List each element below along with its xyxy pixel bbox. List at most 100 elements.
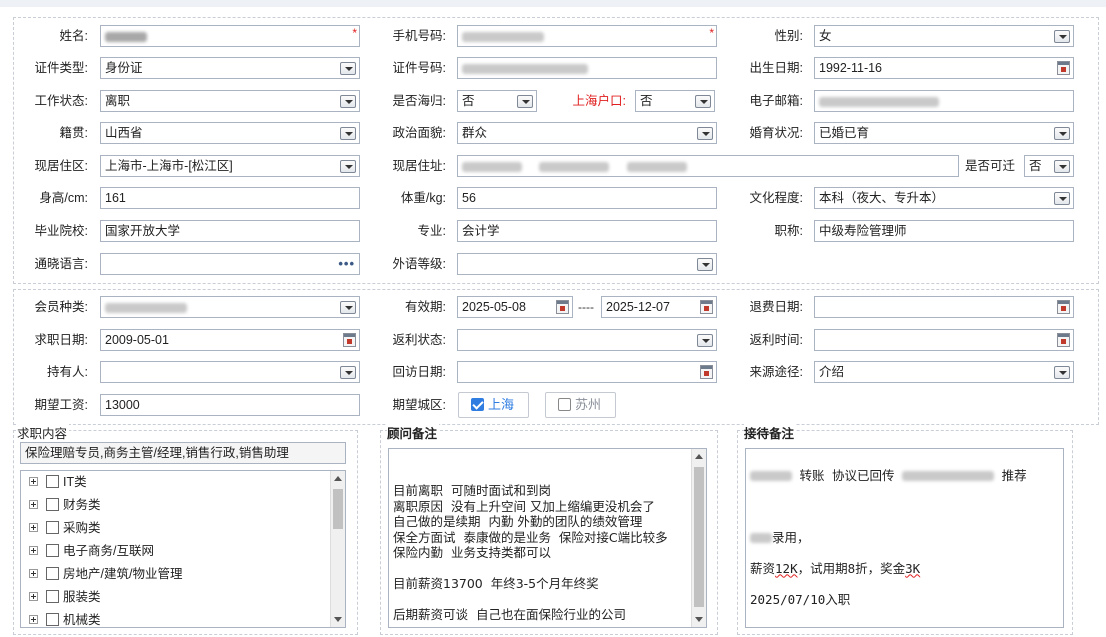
scroll-down-icon[interactable] xyxy=(334,617,342,622)
current-address-input[interactable] xyxy=(457,155,959,177)
foreign-level-select[interactable] xyxy=(457,253,717,275)
chevron-down-icon[interactable] xyxy=(340,127,356,140)
tree-item[interactable]: 电子商务/互联网 xyxy=(29,541,154,561)
mobile-input[interactable]: * xyxy=(457,25,717,47)
revisit-date-input[interactable] xyxy=(457,361,717,383)
checkbox-checked-icon[interactable] xyxy=(471,398,484,411)
tree-item[interactable]: 房地产/建筑/物业管理 xyxy=(29,564,182,584)
id-number-input[interactable] xyxy=(457,57,717,79)
chevron-down-icon[interactable] xyxy=(1054,192,1070,205)
returnee-select[interactable]: 否 xyxy=(457,90,537,112)
major-input[interactable]: 会计学 xyxy=(457,220,717,242)
checkbox-icon[interactable] xyxy=(46,521,59,534)
scroll-up-icon[interactable] xyxy=(695,454,703,459)
current-area-select[interactable]: 上海市-上海市-[松江区] xyxy=(100,155,360,177)
job-date-input[interactable]: 2009-05-01 xyxy=(100,329,360,351)
checkbox-icon[interactable] xyxy=(46,498,59,511)
tree-item[interactable]: 服装类 xyxy=(29,587,101,607)
calendar-icon[interactable] xyxy=(700,365,713,379)
checkbox-icon[interactable] xyxy=(46,567,59,580)
chevron-down-icon[interactable] xyxy=(1054,366,1070,379)
city-option-suzhou[interactable]: 苏州 xyxy=(545,392,616,418)
chevron-down-icon[interactable] xyxy=(340,62,356,75)
expand-icon[interactable] xyxy=(29,615,38,624)
title-input[interactable]: 中级寿险管理师 xyxy=(814,220,1074,242)
chevron-down-icon[interactable] xyxy=(340,301,356,314)
chevron-down-icon[interactable] xyxy=(697,258,713,271)
holder-select[interactable] xyxy=(100,361,360,383)
expand-icon[interactable] xyxy=(29,500,38,509)
expected-salary-input[interactable]: 13000 xyxy=(100,394,360,416)
expand-icon[interactable] xyxy=(29,523,38,532)
calendar-icon[interactable] xyxy=(556,300,569,314)
tree-item[interactable]: 机械类 xyxy=(29,610,101,627)
calendar-icon[interactable] xyxy=(1057,333,1070,347)
scroll-down-icon[interactable] xyxy=(695,617,703,622)
consultant-notes-textarea[interactable]: 目前离职 可随时面试和到岗 离职原因 没有上升空间 又加上缩编更没机会了 自己做的是… xyxy=(388,448,707,628)
email-input[interactable] xyxy=(814,90,1074,112)
gender-select[interactable]: 女 xyxy=(814,25,1074,47)
checkbox-icon[interactable] xyxy=(46,613,59,626)
chevron-down-icon[interactable] xyxy=(340,366,356,379)
chevron-down-icon[interactable] xyxy=(340,160,356,173)
shanghai-hukou-select[interactable]: 否 xyxy=(635,90,715,112)
refund-date-input[interactable] xyxy=(814,296,1074,318)
weight-input[interactable]: 56 xyxy=(457,187,717,209)
scrollbar[interactable] xyxy=(330,471,345,627)
refund-date-label: 退费日期: xyxy=(749,300,803,314)
native-place-select[interactable]: 山西省 xyxy=(100,122,360,144)
political-select[interactable]: 群众 xyxy=(457,122,717,144)
rebate-status-select[interactable] xyxy=(457,329,717,351)
checkbox-icon[interactable] xyxy=(46,475,59,488)
expand-icon[interactable] xyxy=(29,477,38,486)
city-option-shanghai[interactable]: 上海 xyxy=(458,392,529,418)
chevron-down-icon[interactable] xyxy=(340,95,356,108)
education-select[interactable]: 本科（夜大、专升本） xyxy=(814,187,1074,209)
scroll-up-icon[interactable] xyxy=(334,476,342,481)
checkbox-unchecked-icon[interactable] xyxy=(558,398,571,411)
calendar-icon[interactable] xyxy=(1057,300,1070,314)
scroll-thumb[interactable] xyxy=(333,489,343,529)
height-label: 身高/cm: xyxy=(39,191,88,205)
reception-notes-textarea[interactable]: 转账 协议已回传 推荐 录用， 薪资12K，试用期8折，奖金3K 2025/07… xyxy=(745,448,1064,628)
work-status-select[interactable]: 离职 xyxy=(100,90,360,112)
mobile-label: 手机号码: xyxy=(392,29,446,43)
name-input[interactable]: * xyxy=(100,25,360,47)
job-category-tree[interactable]: IT类 财务类 采购类 电子商务/互联网 房地产/建筑/物业管理 服装类 机械类 xyxy=(20,470,346,628)
scroll-thumb[interactable] xyxy=(694,467,704,607)
marital-select[interactable]: 已婚已育 xyxy=(814,122,1074,144)
chevron-down-icon[interactable] xyxy=(695,95,711,108)
chevron-down-icon[interactable] xyxy=(697,334,713,347)
chevron-down-icon[interactable] xyxy=(1054,30,1070,43)
chevron-down-icon[interactable] xyxy=(1054,127,1070,140)
member-type-select[interactable] xyxy=(100,296,360,318)
job-content-selected[interactable]: 保险理赔专员,商务主管/经理,销售行政,销售助理 xyxy=(20,442,346,464)
member-type-label: 会员种类: xyxy=(34,300,88,314)
school-input[interactable]: 国家开放大学 xyxy=(100,220,360,242)
validity-end-input[interactable]: 2025-12-07 xyxy=(601,296,717,318)
expand-icon[interactable] xyxy=(29,569,38,578)
expand-icon[interactable] xyxy=(29,592,38,601)
languages-input[interactable]: ••• xyxy=(100,253,360,275)
relocatable-select[interactable]: 否 xyxy=(1024,155,1074,177)
id-type-select[interactable]: 身份证 xyxy=(100,57,360,79)
chevron-down-icon[interactable] xyxy=(1054,160,1070,173)
height-input[interactable]: 161 xyxy=(100,187,360,209)
rebate-time-input[interactable] xyxy=(814,329,1074,351)
calendar-icon[interactable] xyxy=(1057,61,1070,75)
checkbox-icon[interactable] xyxy=(46,544,59,557)
source-select[interactable]: 介绍 xyxy=(814,361,1074,383)
scrollbar[interactable] xyxy=(691,449,706,627)
checkbox-icon[interactable] xyxy=(46,590,59,603)
chevron-down-icon[interactable] xyxy=(697,127,713,140)
expand-icon[interactable] xyxy=(29,546,38,555)
tree-item[interactable]: 财务类 xyxy=(29,495,101,515)
more-icon[interactable]: ••• xyxy=(338,254,355,274)
calendar-icon[interactable] xyxy=(343,333,356,347)
validity-start-input[interactable]: 2025-05-08 xyxy=(457,296,573,318)
calendar-icon[interactable] xyxy=(700,300,713,314)
chevron-down-icon[interactable] xyxy=(517,95,533,108)
birth-date-input[interactable]: 1992-11-16 xyxy=(814,57,1074,79)
tree-item[interactable]: 采购类 xyxy=(29,518,101,538)
tree-item[interactable]: IT类 xyxy=(29,472,87,492)
